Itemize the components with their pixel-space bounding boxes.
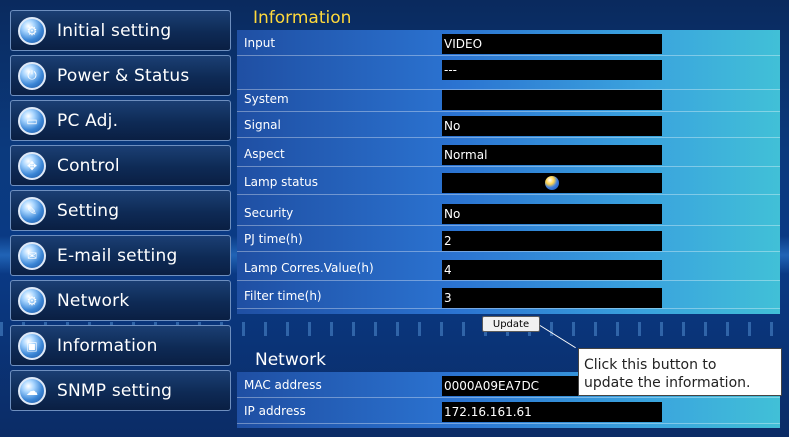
monitor-icon: ▭ <box>18 106 46 135</box>
info-value-pj-time: 2 <box>442 231 662 251</box>
sidebar-item-power-status[interactable]: ⏻ Power & Status <box>10 55 231 96</box>
network-value-ip: 172.16.161.61 <box>442 402 662 422</box>
info-row-security: Security No <box>237 202 780 226</box>
sidebar-item-control[interactable]: ✥ Control <box>10 145 231 186</box>
info-row-label: PJ time(h) <box>244 232 303 246</box>
sidebar-item-network[interactable]: ⚙ Network <box>10 280 231 321</box>
info-row-label: Lamp status <box>244 175 319 189</box>
sidebar-item-label: Network <box>57 290 130 311</box>
sidebar-item-information[interactable]: ▣ Information <box>10 325 231 366</box>
info-value-signal: No <box>442 116 662 136</box>
info-row-label: Security <box>244 206 294 220</box>
info-icon: ▣ <box>18 331 46 360</box>
sidebar-item-initial-setting[interactable]: ⚙ Initial setting <box>10 10 231 51</box>
sidebar-item-label: Power & Status <box>57 65 190 86</box>
snmp-icon: ☁ <box>18 376 46 405</box>
sidebar-item-pc-adj[interactable]: ▭ PC Adj. <box>10 100 231 141</box>
info-row-signal: Signal No <box>237 114 780 138</box>
sidebar-item-label: Setting <box>57 200 120 221</box>
sidebar-item-setting[interactable]: ✎ Setting <box>10 190 231 231</box>
information-panel: Input VIDEO --- System Signal No Aspect … <box>237 30 780 314</box>
update-button[interactable]: Update <box>482 316 540 332</box>
info-value-aspect: Normal <box>442 145 662 165</box>
network-row-label: MAC address <box>244 378 322 392</box>
network-icon: ⚙ <box>18 286 46 315</box>
dpad-icon: ✥ <box>18 151 46 180</box>
sidebar-item-label: Information <box>57 335 158 356</box>
info-row-pj-time: PJ time(h) 2 <box>237 228 780 252</box>
info-row-label: Input <box>244 36 276 50</box>
sidebar-item-email-setting[interactable]: ✉ E-mail setting <box>10 235 231 276</box>
network-row-label: IP address <box>244 404 306 418</box>
info-value-system <box>442 90 662 110</box>
sidebar-item-label: SNMP setting <box>57 380 173 401</box>
network-title: Network <box>255 350 326 370</box>
wrench-icon: ✎ <box>18 196 46 225</box>
info-value-lamp-status <box>442 173 662 193</box>
sidebar-item-label: Control <box>57 155 120 176</box>
sidebar-nav: ⚙ Initial setting ⏻ Power & Status ▭ PC … <box>10 10 231 415</box>
sidebar-item-label: PC Adj. <box>57 110 119 131</box>
network-row-ip: IP address 172.16.161.61 <box>237 400 780 424</box>
info-row-label: Signal <box>244 118 281 132</box>
info-row-input: Input VIDEO <box>237 32 780 56</box>
callout-line-1: Click this button to <box>584 357 717 373</box>
info-row-system: System <box>237 88 780 112</box>
lamp-status-icon <box>545 176 559 190</box>
info-row-lamp-status: Lamp status <box>237 171 780 195</box>
info-row-label: Lamp Corres.Value(h) <box>244 261 374 275</box>
info-value-lamp-corres: 4 <box>442 260 662 280</box>
sidebar-item-label: Initial setting <box>57 20 172 41</box>
info-row-label: Filter time(h) <box>244 289 322 303</box>
info-row-lamp-corres: Lamp Corres.Value(h) 4 <box>237 257 780 281</box>
gear-icon: ⚙ <box>18 16 46 45</box>
info-value-input-sub: --- <box>442 60 662 80</box>
info-row-label: System <box>244 92 289 106</box>
envelope-icon: ✉ <box>18 241 46 270</box>
power-icon: ⏻ <box>18 61 46 90</box>
info-row-filter-time: Filter time(h) 3 <box>237 285 780 309</box>
info-value-input: VIDEO <box>442 34 662 54</box>
info-row-input-sub: --- <box>237 56 780 90</box>
info-row-aspect: Aspect Normal <box>237 143 780 167</box>
callout-box: Click this button to update the informat… <box>578 348 782 396</box>
sidebar-item-snmp-setting[interactable]: ☁ SNMP setting <box>10 370 231 411</box>
sidebar-item-label: E-mail setting <box>57 245 178 266</box>
info-value-security: No <box>442 204 662 224</box>
information-title: Information <box>253 8 352 28</box>
info-row-label: Aspect <box>244 147 285 161</box>
info-value-filter-time: 3 <box>442 288 662 308</box>
callout-line-2: update the information. <box>584 375 751 391</box>
